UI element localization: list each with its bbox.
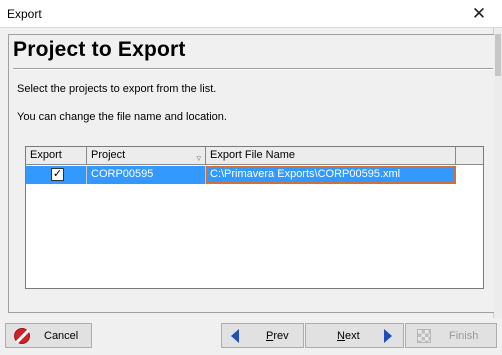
column-header-project[interactable]: Project ▿	[87, 147, 206, 165]
column-header-file-name[interactable]: Export File Name	[206, 147, 456, 165]
finish-button-label: Finish	[449, 329, 479, 342]
prev-button-label: Prev	[266, 329, 289, 342]
export-cell[interactable]: ✓	[26, 166, 87, 184]
arrow-left-icon	[231, 329, 239, 343]
next-button-label: Next	[337, 329, 360, 342]
prev-button[interactable]: Prev	[221, 323, 304, 348]
scrollbar-thumb[interactable]	[495, 34, 501, 76]
close-icon[interactable]: ✕	[456, 0, 502, 28]
instruction-select: Select the projects to export from the l…	[17, 83, 217, 95]
finish-button[interactable]: Finish	[405, 323, 497, 348]
column-header-project-label: Project	[91, 149, 126, 161]
column-header-export[interactable]: Export	[26, 147, 87, 165]
next-button[interactable]: Next	[305, 323, 404, 348]
file-name-cell[interactable]: C:\Primavera Exports\CORP00595.xml	[206, 166, 456, 184]
page-title: Project to Export	[13, 38, 186, 61]
cancel-button-label: Cancel	[44, 329, 79, 342]
instruction-change: You can change the file name and locatio…	[17, 111, 227, 123]
title-bar: Export ✕	[0, 0, 502, 28]
export-checkbox[interactable]: ✓	[51, 168, 64, 181]
window-title: Export	[7, 7, 42, 21]
table-row[interactable]: ✓ CORP00595 C:\Primavera Exports\CORP005…	[26, 166, 456, 184]
finish-flag-icon	[417, 329, 431, 343]
heading-divider	[13, 68, 493, 70]
grid-header: Export Project ▿ Export File Name	[26, 147, 483, 165]
projects-grid[interactable]: Export Project ▿ Export File Name ✓ CORP…	[25, 146, 484, 289]
cancel-icon	[14, 328, 30, 344]
cancel-button[interactable]: Cancel	[5, 323, 92, 348]
sort-indicator-icon: ▿	[196, 153, 201, 163]
arrow-right-icon	[384, 329, 392, 343]
project-cell[interactable]: CORP00595	[87, 166, 206, 184]
